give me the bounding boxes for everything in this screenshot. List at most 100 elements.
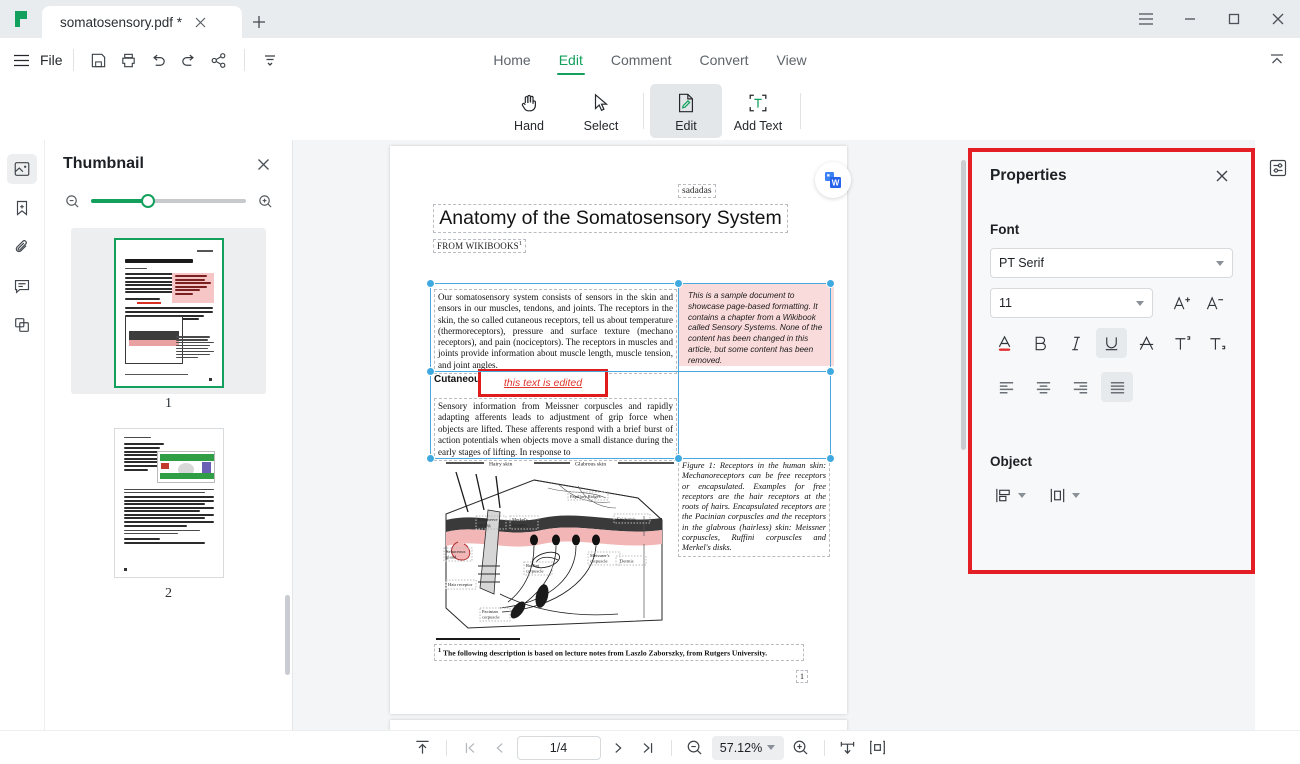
tab-convert[interactable]: Convert — [686, 48, 763, 75]
selection-handle[interactable] — [826, 367, 835, 376]
italic-icon[interactable] — [1061, 328, 1092, 358]
export-to-word-icon[interactable]: W — [815, 162, 851, 198]
selection-handle[interactable] — [426, 454, 435, 463]
pdf-page-2-partial[interactable] — [390, 720, 847, 730]
collapse-ribbon-icon[interactable] — [1264, 46, 1290, 72]
document-source[interactable]: FROM WIKIBOOKS1 — [433, 239, 527, 253]
chevron-down-icon — [1136, 300, 1144, 306]
last-page-icon[interactable] — [635, 735, 661, 761]
tab-view[interactable]: View — [763, 48, 821, 75]
close-properties-icon[interactable] — [1211, 165, 1233, 187]
selection-handle[interactable] — [674, 279, 683, 288]
zoom-level-select[interactable]: 57.12% — [711, 735, 784, 760]
thumbnail-list[interactable]: 1 2 — [45, 228, 292, 730]
properties-panel-icon[interactable] — [1264, 154, 1292, 182]
thumbnail-scrollbar[interactable] — [285, 595, 290, 675]
zoom-in-icon[interactable] — [788, 735, 814, 761]
pdf-page-1[interactable]: sadadas Anatomy of the Somatosensory Sys… — [390, 146, 847, 714]
document-scrollbar[interactable] — [961, 160, 966, 450]
figure-caption[interactable]: Figure 1: Receptors in the human skin: M… — [678, 458, 830, 557]
thumbnail-panel-title: Thumbnail — [63, 155, 144, 172]
distribute-objects-button[interactable] — [1044, 482, 1084, 509]
selection-handle[interactable] — [426, 367, 435, 376]
zoom-out-icon[interactable] — [682, 735, 708, 761]
sample-note-text: This is a sample document to showcase pa… — [688, 291, 823, 365]
svg-text:corpuscle: corpuscle — [482, 615, 500, 620]
align-left-icon[interactable] — [990, 372, 1022, 402]
sidebar-item-comment[interactable] — [7, 271, 37, 301]
sidebar-item-attachment[interactable] — [7, 232, 37, 262]
align-objects-button[interactable] — [990, 482, 1030, 509]
tab-comment[interactable]: Comment — [597, 48, 686, 75]
document-view[interactable]: sadadas Anatomy of the Somatosensory Sys… — [293, 140, 968, 730]
selection-handle[interactable] — [826, 279, 835, 288]
thumbnail-preview-2 — [113, 428, 224, 578]
zoom-in-icon[interactable] — [256, 192, 274, 210]
sidebar-item-thumbnail[interactable] — [7, 154, 37, 184]
align-justify-icon[interactable] — [1101, 372, 1133, 402]
close-icon[interactable] — [1256, 0, 1300, 38]
title-bar: somatosensory.pdf * — [0, 0, 1300, 38]
chevron-down-icon — [767, 745, 776, 750]
next-page-icon[interactable] — [605, 735, 631, 761]
selection-handle[interactable] — [674, 454, 683, 463]
font-family-value: PT Serif — [999, 256, 1044, 270]
footnote-text[interactable]: 1 The following description is based on … — [434, 644, 804, 661]
font-family-select[interactable]: PT Serif — [990, 248, 1233, 278]
superscript-icon[interactable] — [1166, 328, 1197, 358]
hamburger-menu-icon[interactable] — [1124, 0, 1168, 38]
increase-font-size-icon[interactable] — [1165, 288, 1198, 318]
thumbnail-size-slider[interactable] — [91, 193, 246, 209]
font-color-icon[interactable] — [990, 328, 1021, 358]
tool-edit[interactable]: Edit — [650, 84, 722, 138]
new-tab-icon[interactable] — [242, 6, 276, 38]
selection-handle[interactable] — [826, 454, 835, 463]
sidebar-item-pages[interactable] — [7, 310, 37, 340]
tool-select-label: Select — [583, 118, 619, 133]
tab-edit[interactable]: Edit — [545, 48, 597, 75]
sample-note-box[interactable]: This is a sample document to showcase pa… — [678, 284, 834, 366]
figure-top-labels: Hairy skin Glabrous skin — [442, 458, 677, 468]
tab-home[interactable]: Home — [479, 48, 544, 75]
thumbnail-box-2[interactable] — [71, 418, 266, 584]
document-tab[interactable]: somatosensory.pdf * — [42, 6, 242, 38]
minimize-icon[interactable] — [1168, 0, 1212, 38]
thumbnail-item-1[interactable]: 1 — [71, 228, 266, 412]
skin-cross-section-figure[interactable]: Epidermis Dermis Papillary Ridges Free n… — [438, 468, 670, 636]
bold-icon[interactable] — [1025, 328, 1056, 358]
maximize-icon[interactable] — [1212, 0, 1256, 38]
font-size-select[interactable]: 11 — [990, 288, 1153, 318]
document-title[interactable]: Anatomy of the Somatosensory System — [433, 204, 788, 233]
thumbnail-item-2[interactable]: 2 — [71, 418, 266, 602]
strikethrough-icon[interactable] — [1131, 328, 1162, 358]
first-page-icon[interactable] — [457, 735, 483, 761]
tool-add-text[interactable]: Add Text — [722, 84, 794, 138]
sidebar-item-bookmark[interactable] — [7, 193, 37, 223]
zoom-out-icon[interactable] — [63, 192, 81, 210]
align-center-icon[interactable] — [1027, 372, 1059, 402]
slider-knob[interactable] — [140, 194, 155, 208]
tool-divider — [643, 93, 644, 129]
tool-select[interactable]: Select — [565, 84, 637, 138]
header-note-text[interactable]: sadadas — [678, 184, 716, 198]
previous-page-icon[interactable] — [487, 735, 513, 761]
subscript-icon[interactable] — [1202, 328, 1233, 358]
scroll-to-top-icon[interactable] — [410, 735, 436, 761]
close-tab-icon[interactable] — [190, 12, 210, 32]
align-right-icon[interactable] — [1064, 372, 1096, 402]
tool-hand[interactable]: Hand — [493, 84, 565, 138]
selection-handle[interactable] — [426, 279, 435, 288]
fit-width-icon[interactable] — [835, 735, 861, 761]
thumbnail-box-1[interactable] — [71, 228, 266, 394]
hand-icon — [518, 90, 540, 116]
svg-text:corpuscle: corpuscle — [526, 569, 544, 574]
decrease-font-size-icon[interactable] — [1198, 288, 1231, 318]
fit-page-icon[interactable] — [865, 735, 891, 761]
right-sidebar-rail — [1255, 140, 1300, 730]
underline-icon[interactable] — [1095, 328, 1128, 358]
close-thumbnail-panel-icon[interactable] — [252, 153, 274, 175]
paragraph-1[interactable]: Our somatosensory system consists of sen… — [434, 289, 677, 375]
page-indicator-input[interactable]: 1/4 — [516, 735, 601, 760]
edited-text-highlight-box[interactable]: this text is edited — [478, 369, 608, 397]
paragraph-2[interactable]: Sensory information from Meissner corpus… — [434, 398, 677, 462]
